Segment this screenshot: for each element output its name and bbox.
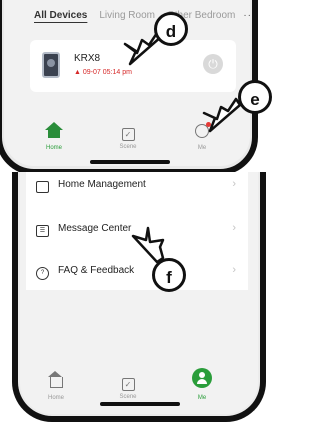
callout-e: e <box>238 80 272 114</box>
callout-arrows <box>123 28 242 264</box>
arrow-e <box>202 97 242 133</box>
callout-f: f <box>152 258 186 292</box>
callout-d: d <box>154 12 188 46</box>
arrow-f <box>131 226 165 264</box>
